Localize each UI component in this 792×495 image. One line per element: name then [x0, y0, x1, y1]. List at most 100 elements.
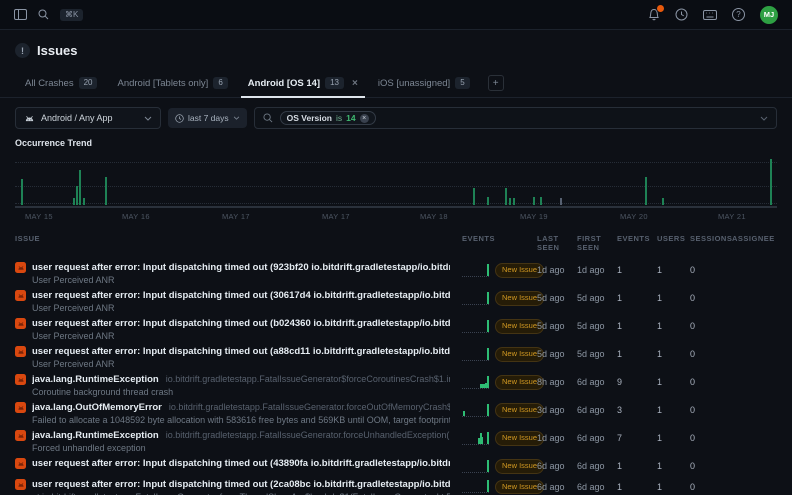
search-icon [263, 113, 273, 123]
app-selector-dropdown[interactable]: Android / Any App [15, 107, 161, 129]
issue-subtitle: Coroutine background thread crash [32, 387, 450, 397]
chart-bar [533, 197, 535, 205]
issue-subtitle: User Perceived ANR [32, 359, 450, 369]
sessions-count-cell: 0 [690, 481, 732, 493]
issue-row[interactable]: java.lang.RuntimeExceptionio.bitdrift.gr… [15, 427, 777, 455]
issue-row[interactable]: java.lang.RuntimeExceptionio.bitdrift.gr… [15, 371, 777, 399]
keyboard-icon[interactable] [703, 10, 717, 20]
main-content: ! Issues All Crashes20Android [Tablets o… [0, 43, 792, 495]
issue-row[interactable]: user request after error: Input dispatch… [15, 315, 777, 343]
users-count-cell: 1 [657, 320, 690, 332]
events-sparkline [462, 461, 489, 473]
issue-row[interactable]: java.lang.OutOfMemoryErrorio.bitdrift.gr… [15, 399, 777, 427]
column-header-events-spark: EVENTS [462, 234, 537, 252]
issue-row[interactable]: user request after error: Input dispatch… [15, 455, 777, 476]
chart-gridline [15, 186, 777, 187]
issues-table: user request after error: Input dispatch… [15, 259, 777, 495]
spark-bar [487, 376, 489, 388]
x-tick-label: MAY 15 [25, 212, 53, 221]
page-header: ! Issues [15, 43, 777, 58]
filter-chip-os-version[interactable]: OS Version is 14 × [280, 111, 376, 125]
first-seen-cell: 5d ago [577, 320, 617, 332]
new-tab-button[interactable]: + [488, 75, 504, 91]
chart-title: Occurrence Trend [15, 138, 777, 148]
android-robot-glyph [17, 481, 25, 488]
issue-cell: user request after error: Input dispatch… [15, 317, 462, 341]
tab-count-badge: 20 [79, 77, 98, 89]
chip-field: OS Version [287, 113, 332, 123]
question-mark-glyph: ? [732, 8, 745, 21]
chart-bar [509, 198, 511, 205]
topbar-left: ⌘K [14, 9, 648, 21]
chip-operator: is [336, 113, 342, 123]
issue-title: user request after error: Input dispatch… [32, 290, 450, 301]
chart-bar [560, 198, 562, 205]
android-robot-glyph [17, 292, 25, 299]
sessions-count-cell: 0 [690, 348, 732, 360]
tab-ios-unassigned[interactable]: iOS [unassigned]5 [368, 71, 480, 97]
events-count-cell: 1 [617, 460, 657, 472]
last-seen-cell: 5d ago [537, 320, 577, 332]
column-header-users: USERS [657, 234, 690, 252]
android-robot-glyph [17, 348, 25, 355]
issue-row[interactable]: user request after error: Input dispatch… [15, 476, 777, 495]
sidebar-toggle-icon[interactable] [14, 9, 27, 20]
chip-remove-icon[interactable]: × [360, 114, 369, 123]
events-sparkline [462, 481, 489, 493]
chart-bar [79, 170, 81, 205]
users-count-cell: 1 [657, 432, 690, 444]
android-crash-icon [15, 402, 26, 413]
first-seen-cell: 1d ago [577, 264, 617, 276]
issue-cell: java.lang.RuntimeExceptionio.bitdrift.gr… [15, 373, 462, 397]
events-spark-cell: New Issue [462, 291, 537, 306]
issue-subtitle: User Perceived ANR [32, 331, 450, 341]
android-crash-icon [15, 346, 26, 357]
events-count-cell: 1 [617, 348, 657, 360]
issue-text: java.lang.OutOfMemoryErrorio.bitdrift.gr… [32, 401, 450, 425]
spark-bar [487, 264, 489, 276]
issue-text: user request after error: Input dispatch… [32, 289, 450, 313]
spark-bar [487, 404, 489, 416]
chart-bar [770, 159, 772, 205]
last-seen-cell: 8h ago [537, 376, 577, 388]
tab-close-icon[interactable]: × [352, 78, 358, 89]
issue-text: java.lang.RuntimeExceptionio.bitdrift.gr… [32, 429, 450, 453]
chip-value: 14 [346, 113, 355, 123]
issue-row[interactable]: user request after error: Input dispatch… [15, 259, 777, 287]
history-clock-icon[interactable] [675, 8, 688, 21]
issue-row[interactable]: user request after error: Input dispatch… [15, 287, 777, 315]
events-spark-cell: New Issue [462, 480, 537, 495]
events-count-cell: 7 [617, 432, 657, 444]
clock-icon [175, 114, 184, 123]
occurrence-trend-section: Occurrence Trend MAY 15MAY 16MAY 17MAY 1… [15, 138, 777, 223]
users-count-cell: 1 [657, 348, 690, 360]
notifications-bell-icon[interactable] [648, 8, 660, 21]
search-icon[interactable] [38, 9, 49, 20]
issue-row[interactable]: user request after error: Input dispatch… [15, 343, 777, 371]
issues-icon: ! [15, 43, 30, 58]
sessions-count-cell: 0 [690, 432, 732, 444]
tab-all-crashes[interactable]: All Crashes20 [15, 71, 107, 97]
issue-title-line: java.lang.RuntimeExceptionio.bitdrift.gr… [32, 373, 450, 386]
issue-cell: java.lang.RuntimeExceptionio.bitdrift.gr… [15, 429, 462, 453]
spark-bar [487, 432, 489, 444]
time-range-selector[interactable]: last 7 days [168, 108, 247, 128]
sessions-count-cell: 0 [690, 376, 732, 388]
tab-android-os-14[interactable]: Android [OS 14]13× [238, 71, 368, 97]
last-seen-cell: 1d ago [537, 264, 577, 276]
chart-bar [473, 188, 475, 205]
tab-count-badge: 6 [213, 77, 227, 89]
last-seen-cell: 6d ago [537, 481, 577, 493]
sessions-count-cell: 0 [690, 320, 732, 332]
tab-label: Android [OS 14] [248, 78, 320, 89]
x-tick-label: MAY 19 [520, 212, 548, 221]
filter-search-input[interactable]: OS Version is 14 × [254, 107, 777, 129]
help-icon[interactable]: ? [732, 8, 745, 21]
tab-android-tablets-only[interactable]: Android [Tablets only] 6 [107, 71, 237, 97]
avatar[interactable]: MJ [760, 6, 778, 24]
issue-title: java.lang.OutOfMemoryError [32, 402, 162, 413]
tab-label: Android [Tablets only] [117, 78, 208, 89]
x-tick-label: MAY 17 [222, 212, 250, 221]
users-count-cell: 1 [657, 376, 690, 388]
app-selector-value: Android / Any App [41, 113, 113, 123]
